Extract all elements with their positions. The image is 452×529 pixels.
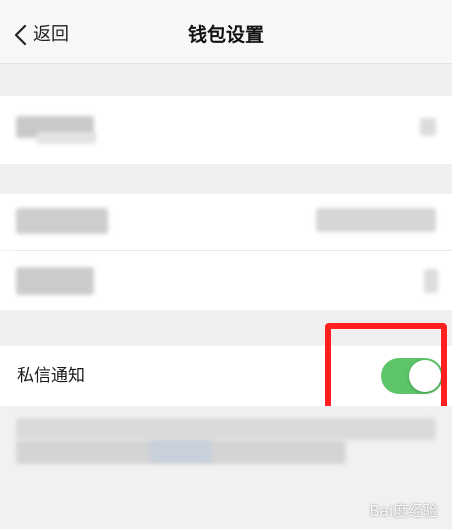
watermark: Bai度经验 — [369, 502, 438, 520]
page-title: 钱包设置 — [187, 24, 264, 46]
navigation-bar: 返回 钱包设置 — [0, 0, 452, 64]
obscured-text — [16, 418, 436, 440]
highlight-box — [325, 323, 447, 415]
obscured-icon — [424, 269, 438, 293]
obscured-setting-row[interactable] — [0, 194, 452, 250]
obscured-text — [36, 132, 96, 144]
obscured-text — [16, 267, 94, 295]
obscured-setting-row[interactable] — [0, 251, 452, 310]
section-gap — [0, 164, 452, 194]
obscured-description: Bai度经验 — [0, 406, 452, 529]
obscured-icon — [420, 118, 436, 136]
section-gap — [0, 64, 452, 96]
obscured-setting-row[interactable] — [0, 96, 452, 164]
private-message-notify-label: 私信通知 — [17, 366, 85, 386]
obscured-value — [316, 208, 436, 232]
obscured-link — [150, 440, 212, 462]
obscured-text — [16, 208, 108, 234]
